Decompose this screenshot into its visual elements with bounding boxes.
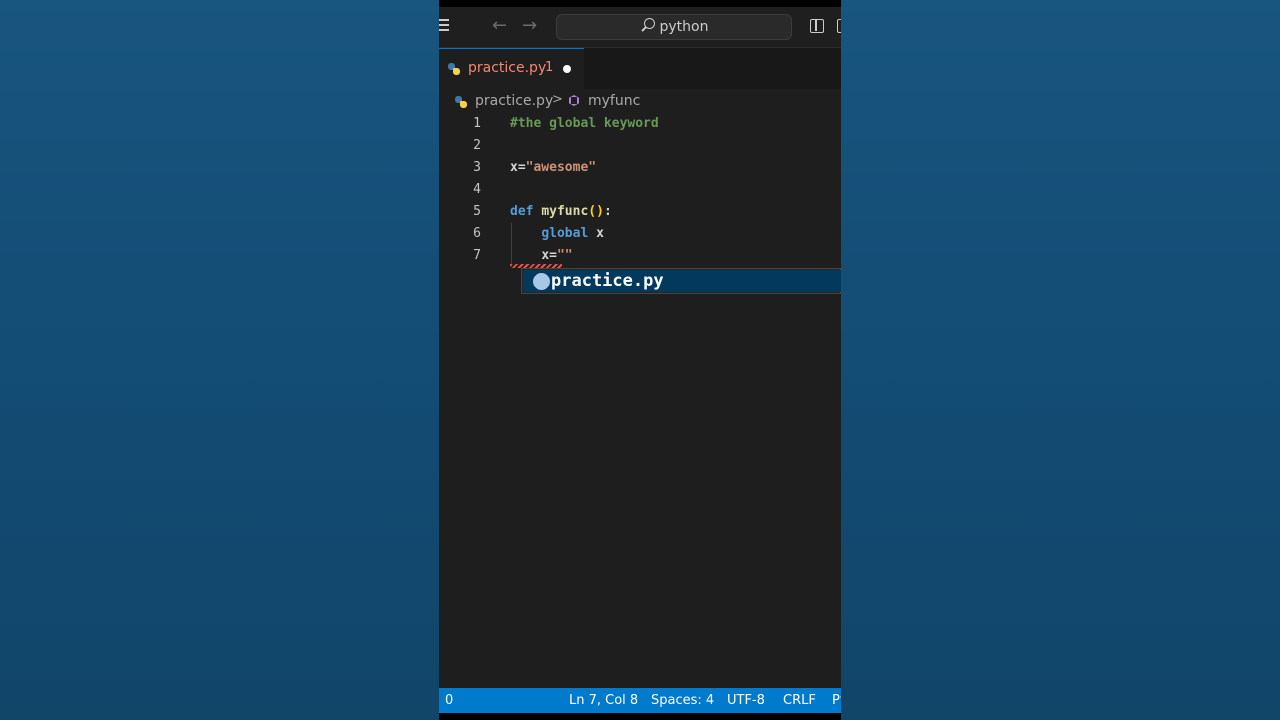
breadcrumb: practice.py > myfunc	[439, 89, 841, 113]
code-parens: ()	[588, 204, 604, 219]
status-eol[interactable]: CRLF	[783, 688, 816, 713]
tab-label: practice.py	[468, 60, 547, 76]
line-number: 4	[473, 182, 481, 197]
code-line[interactable]: 1 #the global keyword	[439, 113, 841, 135]
chevron-right-icon: >	[552, 92, 563, 107]
code-editor[interactable]: 1 #the global keyword 2 3 x="awesome" 4 …	[439, 113, 841, 688]
code-string: ""	[556, 248, 573, 263]
python-icon	[455, 96, 467, 108]
line-number: 1	[473, 116, 481, 131]
background-left	[0, 0, 439, 720]
title-bar: ← → python	[439, 7, 841, 48]
search-icon	[640, 18, 656, 34]
code-function-name: myfunc	[541, 204, 589, 219]
symbol-method-icon	[569, 95, 579, 106]
status-problems[interactable]: 0	[445, 688, 453, 713]
menu-icon[interactable]	[439, 19, 449, 33]
code-line[interactable]: 2	[439, 135, 841, 157]
code-string: "awesome"	[525, 160, 597, 175]
code-line[interactable]: 3 x="awesome"	[439, 157, 841, 179]
back-arrow-icon[interactable]: ←	[492, 15, 507, 37]
status-encoding[interactable]: UTF-8	[727, 688, 765, 713]
line-number: 7	[473, 248, 481, 263]
background-right	[841, 0, 1280, 720]
letterbox-top	[439, 0, 841, 7]
tab-problem-count: 1	[545, 60, 554, 75]
status-language[interactable]: Py	[832, 688, 841, 713]
code-line[interactable]: 4	[439, 179, 841, 201]
code-line[interactable]: 5 def myfunc():	[439, 201, 841, 223]
code-variable: x	[596, 226, 604, 241]
status-bar: 0 Ln 7, Col 8 Spaces: 4 UTF-8 CRLF Py	[439, 688, 841, 713]
line-number: 2	[473, 138, 481, 153]
breadcrumb-symbol[interactable]: myfunc	[588, 93, 640, 109]
letterbox-bottom	[439, 713, 841, 720]
line-number: 3	[473, 160, 481, 175]
line-number: 6	[473, 226, 481, 241]
code-line[interactable]: 6 global x	[439, 223, 841, 245]
suggestion-widget: practice.py	[521, 268, 841, 294]
code-keyword: global	[541, 226, 589, 241]
layout-icon[interactable]	[837, 19, 841, 33]
suggestion-item[interactable]: practice.py	[523, 270, 841, 292]
suggestion-label: practice.py	[551, 271, 664, 291]
file-icon	[533, 273, 550, 290]
breadcrumb-file[interactable]: practice.py	[475, 93, 553, 109]
code-line[interactable]: 7 x=""	[439, 245, 841, 267]
unsaved-dot-icon[interactable]	[563, 65, 571, 73]
code-colon: :	[603, 204, 612, 219]
vscode-window: ← → python practice.py 1 practice.py > m…	[439, 0, 841, 720]
python-icon	[448, 63, 460, 75]
code-variable: x=	[510, 160, 526, 175]
tab-practice-py[interactable]: practice.py 1	[439, 48, 584, 89]
tab-bar: practice.py 1	[439, 48, 841, 89]
command-center-search[interactable]: python	[556, 14, 792, 40]
status-cursor-position[interactable]: Ln 7, Col 8	[569, 688, 638, 713]
code-keyword: def	[510, 204, 534, 219]
code-comment: #the global keyword	[510, 116, 659, 131]
code-variable: x=	[541, 248, 557, 263]
status-indentation[interactable]: Spaces: 4	[651, 688, 714, 713]
toggle-sidebar-icon[interactable]	[810, 19, 824, 33]
line-number: 5	[473, 204, 481, 219]
forward-arrow-icon[interactable]: →	[522, 15, 537, 37]
search-text: python	[659, 19, 709, 35]
